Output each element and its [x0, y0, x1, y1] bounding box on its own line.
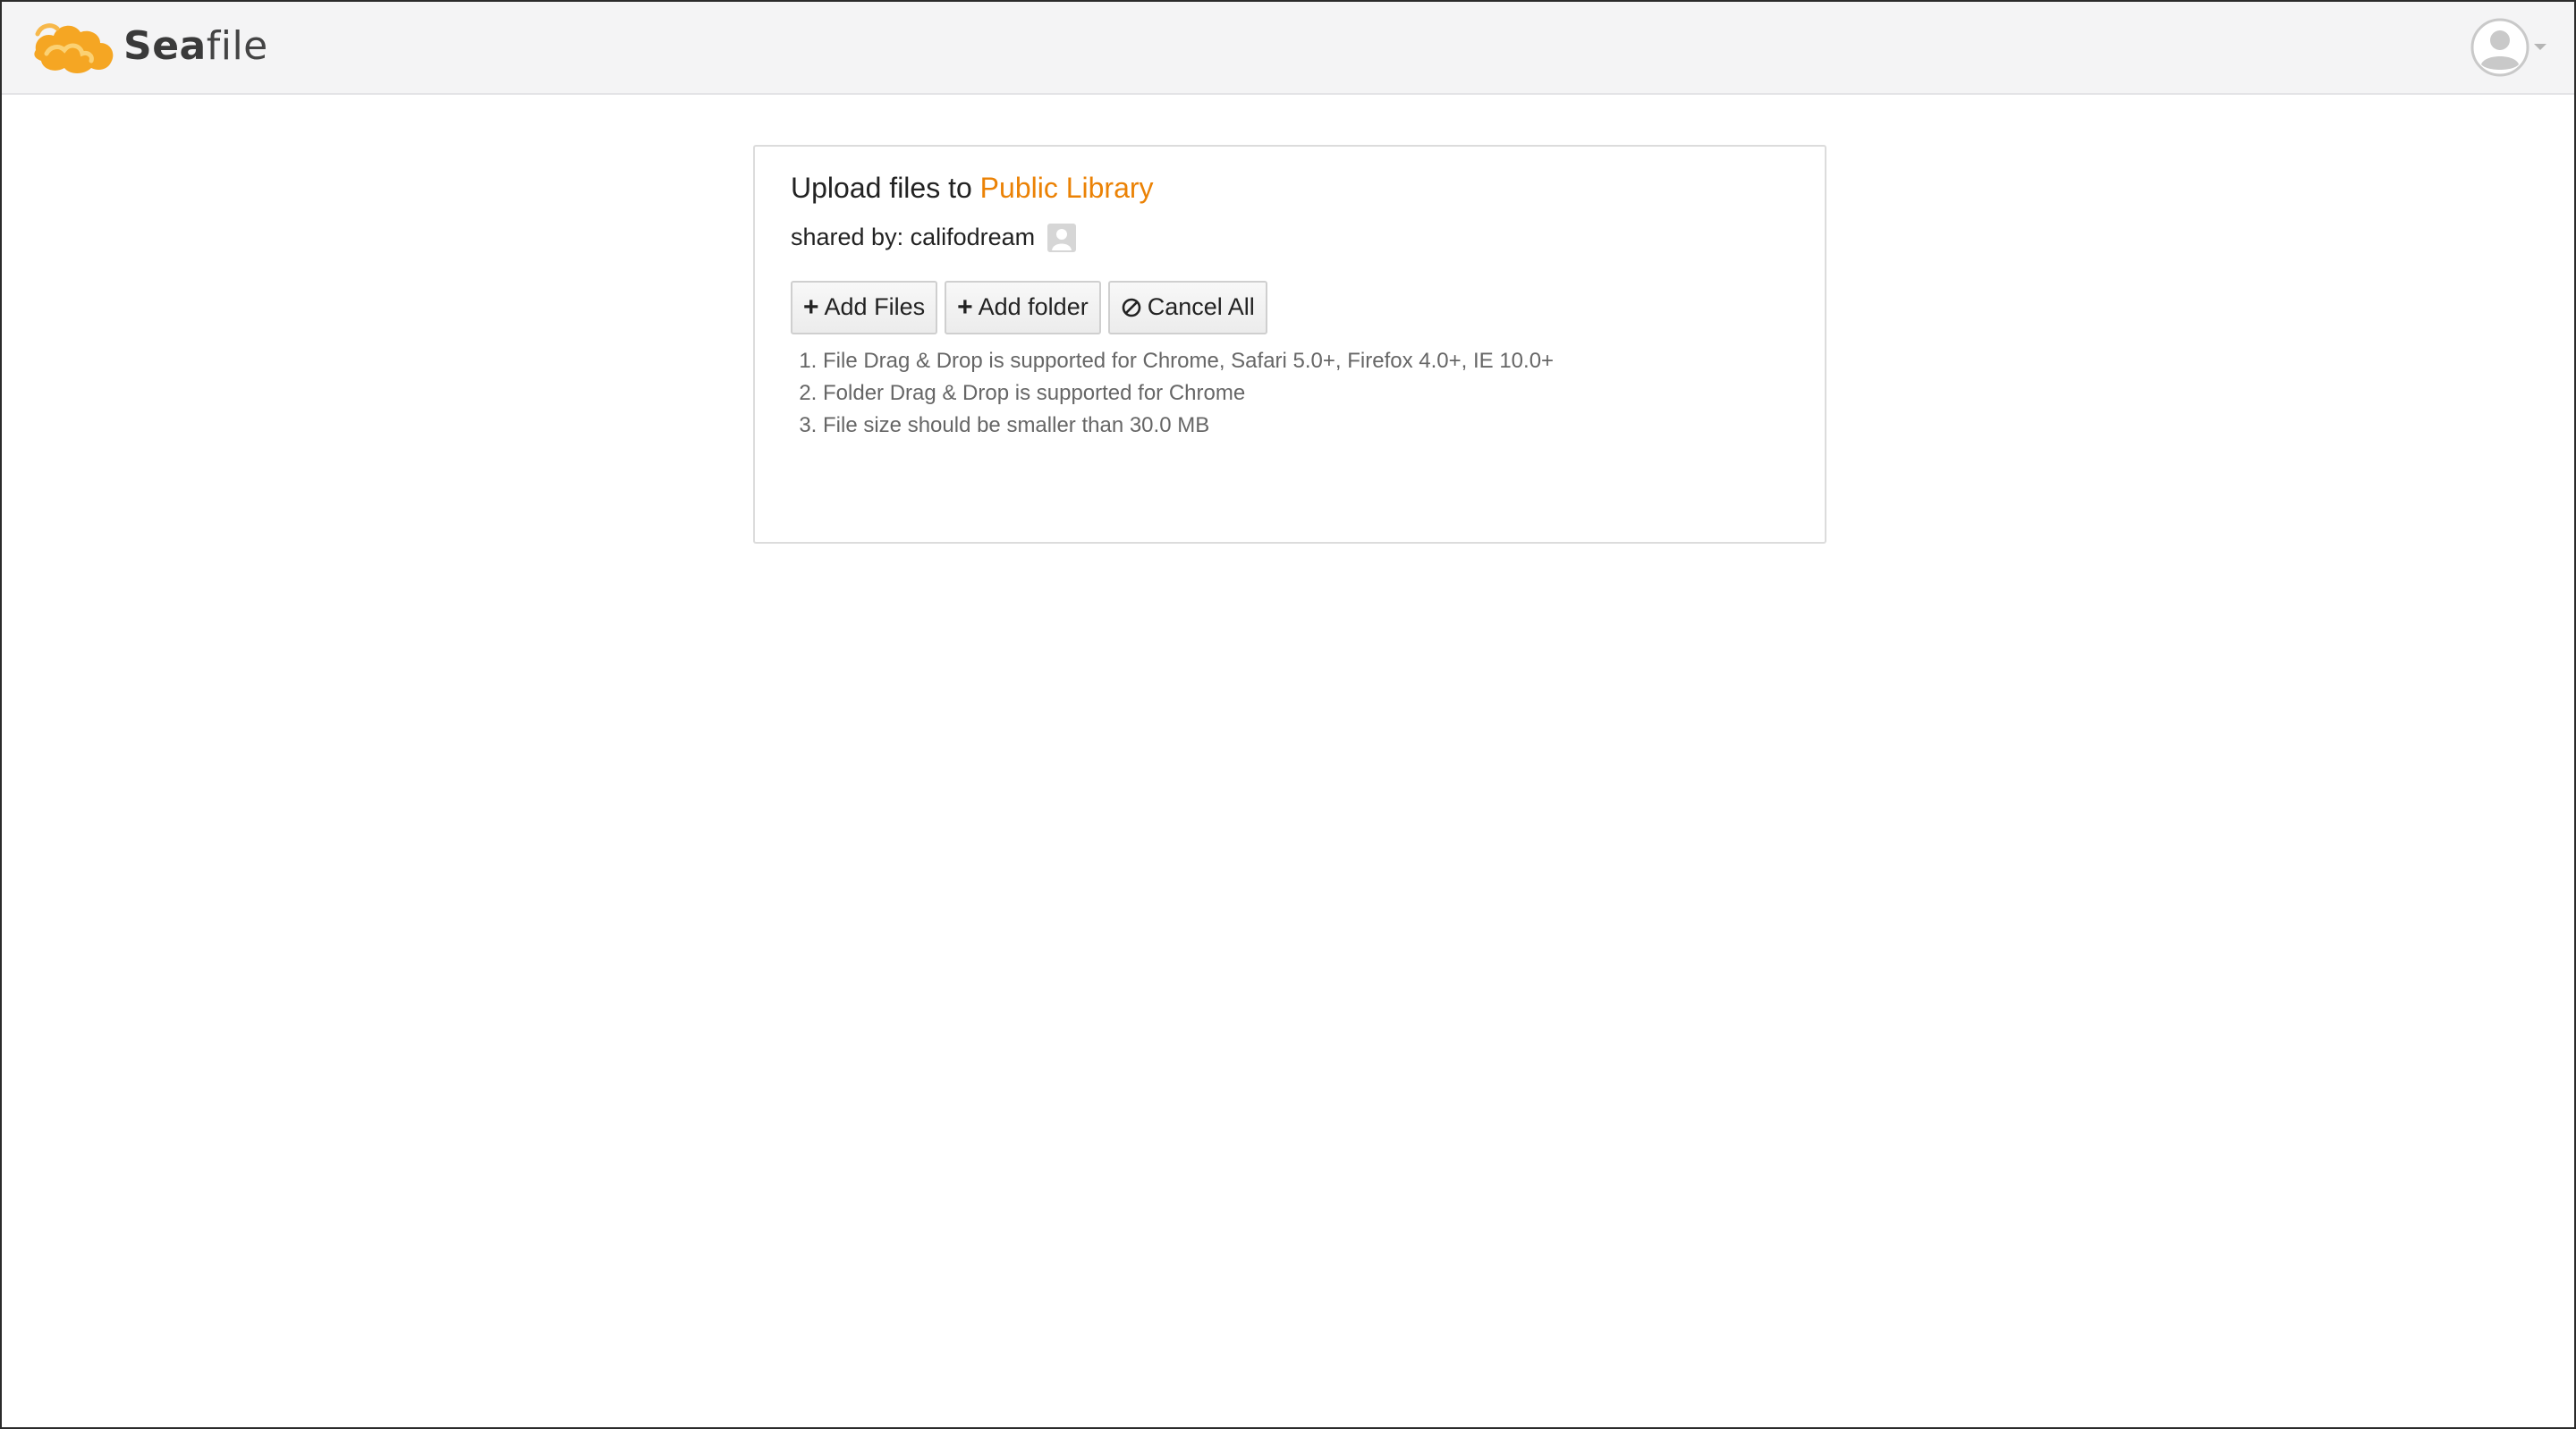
library-name: Public Library	[979, 172, 1154, 204]
tip-item: File Drag & Drop is supported for Chrome…	[823, 345, 1789, 377]
upload-title: Upload files to Public Library	[791, 170, 1789, 207]
upload-title-prefix: Upload files to	[791, 172, 972, 204]
tip-item: Folder Drag & Drop is supported for Chro…	[823, 377, 1789, 410]
cancel-all-label: Cancel All	[1147, 293, 1255, 321]
plus-icon: +	[957, 292, 973, 322]
add-folder-label: Add folder	[978, 293, 1089, 321]
top-header: Seafile	[2, 2, 2574, 95]
brand-name: Seafile	[123, 27, 268, 66]
caret-down-icon	[2534, 44, 2546, 50]
upload-tips-list: File Drag & Drop is supported for Chrome…	[791, 345, 1789, 442]
sharer-avatar-icon	[1047, 223, 1077, 252]
cancel-all-button[interactable]: Cancel All	[1107, 280, 1267, 334]
seafile-logo[interactable]: Seafile	[29, 14, 268, 79]
add-folder-button[interactable]: + Add folder	[945, 280, 1101, 334]
upload-button-row: + Add Files + Add folder Cancel All	[791, 280, 1789, 334]
user-menu-toggle[interactable]	[2470, 16, 2547, 79]
ban-icon	[1122, 298, 1141, 317]
brand-name-bold: Sea	[123, 23, 207, 69]
brand-name-light: file	[206, 23, 268, 69]
add-files-label: Add Files	[824, 293, 926, 321]
shared-by-text: shared by: califodream	[791, 224, 1036, 251]
add-files-button[interactable]: + Add Files	[791, 280, 938, 334]
seafile-cloud-logo-icon	[34, 23, 114, 73]
shared-by-row: shared by: califodream	[791, 223, 1789, 252]
user-avatar-icon	[2470, 18, 2529, 77]
app-window: Seafile Upload files to Public Library s…	[0, 0, 2576, 1429]
upload-panel: Upload files to Public Library shared by…	[753, 145, 1826, 544]
tip-item: File size should be smaller than 30.0 MB	[823, 410, 1789, 442]
plus-icon: +	[803, 292, 819, 322]
